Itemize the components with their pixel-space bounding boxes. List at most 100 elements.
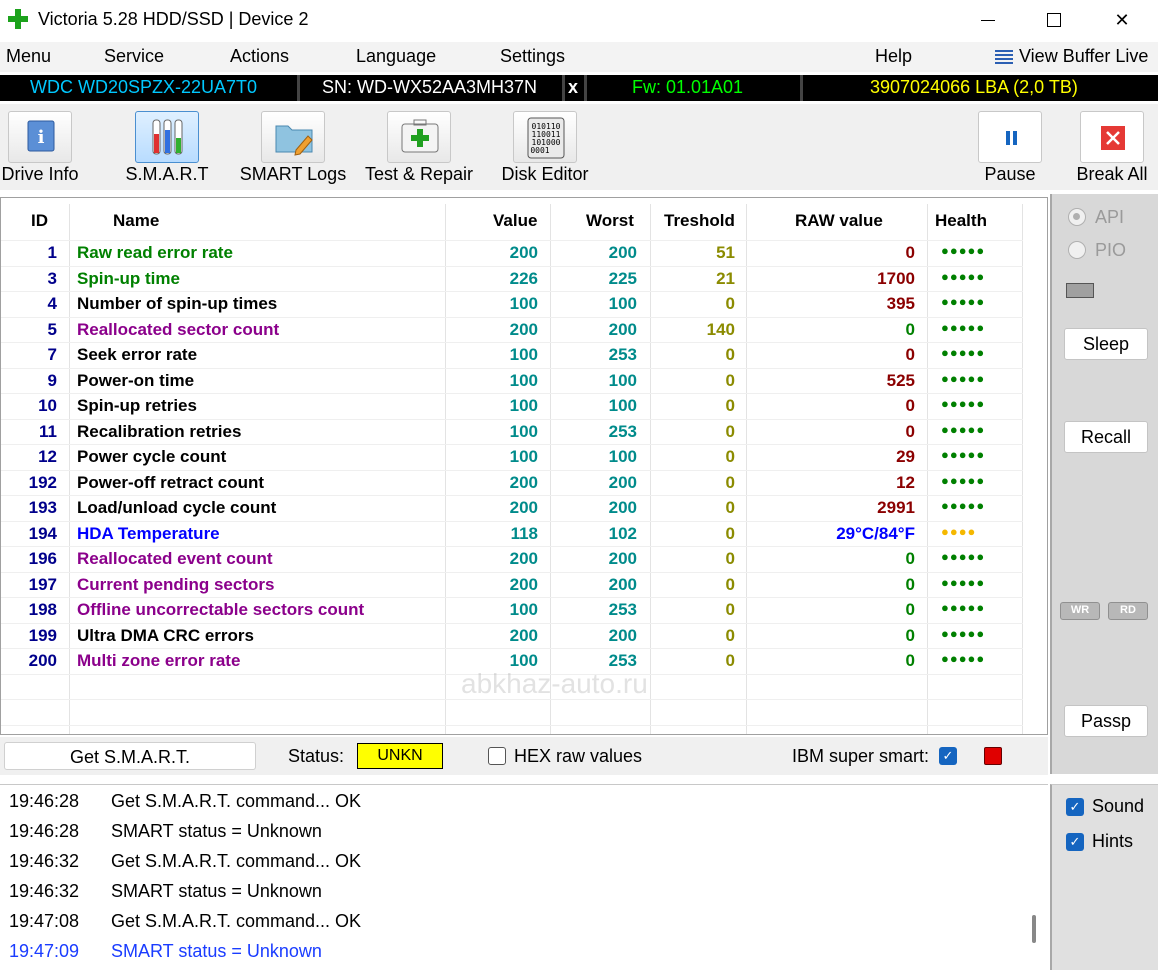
disk-editor-button[interactable]: 010110 110011 101000 0001 Disk Editor [501, 104, 589, 190]
table-header: ID Name Value Worst Treshold RAW value H… [1, 198, 1023, 240]
pause-button[interactable]: Pause [978, 104, 1042, 190]
row-divider [1, 724, 1023, 726]
row-id: 196 [28, 549, 57, 568]
divider [800, 75, 803, 101]
row-health: ●●●●● [941, 294, 986, 309]
header-id[interactable]: ID [31, 211, 48, 231]
row-name: Spin-up time [77, 268, 180, 288]
ibm-super-smart-checkbox[interactable]: ✓ [939, 747, 957, 765]
smart-button[interactable]: S.M.A.R.T [125, 104, 209, 190]
table-row[interactable]: 7 Seek error rate 100 253 0 0 ●●●●● [1, 343, 1023, 369]
smart-logs-button[interactable]: SMART Logs [240, 104, 346, 190]
row-health: ●●●●● [941, 319, 986, 335]
close-button[interactable]: ✕ [1092, 0, 1152, 40]
row-threshold: 0 [725, 574, 735, 594]
header-health[interactable]: Health [935, 211, 987, 231]
row-id: 198 [28, 600, 57, 619]
table-row[interactable]: 3 Spin-up time 226 225 21 1700 ●●●●● [1, 267, 1023, 293]
table-row[interactable]: 193 Load/unload cycle count 200 200 0 2991 ●●●… [1, 496, 1023, 522]
hints-label[interactable]: Hints [1092, 831, 1133, 852]
row-name: Reallocated sector count [77, 319, 280, 339]
pio-radio[interactable] [1068, 241, 1086, 259]
table-row[interactable]: 10 Spin-up retries 100 100 0 0 ●●●●● [1, 394, 1023, 420]
log-message: SMART status = Unknown [111, 821, 322, 841]
test-repair-button[interactable]: Test & Repair [365, 104, 473, 190]
row-id: 194 [28, 523, 57, 543]
row-divider [1, 393, 1023, 394]
device-serial: SN: WD-WX52AA3MH37N [322, 77, 538, 97]
device-close-button[interactable]: x [568, 77, 578, 98]
table-row[interactable]: 12 Power cycle count 100 100 0 29 ●●●●● [1, 445, 1023, 471]
row-threshold: 0 [725, 625, 735, 645]
break-all-button[interactable]: Break All [1076, 104, 1148, 190]
log-message: SMART status = Unknown [111, 941, 322, 961]
sleep-button[interactable]: Sleep [1064, 328, 1148, 360]
minimize-icon [981, 19, 995, 21]
row-health: ●●●●● [941, 651, 986, 666]
table-row[interactable]: 11 Recalibration retries 100 253 0 0 ●●●●● [1, 420, 1023, 446]
smart-table[interactable]: ID Name Value Worst Treshold RAW value H… [0, 197, 1048, 735]
row-health: ●●●●● [941, 574, 986, 590]
row-worst: 225 [608, 268, 637, 288]
row-value: 100 [509, 600, 538, 619]
table-row[interactable]: 9 Power-on time 100 100 0 525 ●●●●● [1, 369, 1023, 395]
row-worst: 100 [608, 447, 637, 466]
header-worst[interactable]: Worst [586, 211, 634, 231]
log-entry: 19:46:32 SMART status = Unknown [9, 881, 322, 902]
table-row[interactable]: 5 Reallocated sector count 200 200 140 0 ●●●●● [1, 318, 1023, 344]
hex-raw-values-checkbox[interactable] [488, 747, 506, 765]
sound-label[interactable]: Sound [1092, 796, 1144, 817]
table-row[interactable]: 198 Offline uncorrectable sectors count 10… [1, 598, 1023, 624]
sound-checkbox[interactable]: ✓ [1066, 798, 1084, 816]
svg-text:0001: 0001 [530, 146, 549, 155]
header-name[interactable]: Name [113, 211, 159, 231]
row-raw-value: 0 [905, 345, 915, 364]
binary-disk-icon: 010110 110011 101000 0001 [513, 111, 577, 163]
recall-button[interactable]: Recall [1064, 421, 1148, 453]
row-value: 100 [509, 294, 538, 313]
hex-raw-values-label[interactable]: HEX raw values [514, 746, 642, 767]
table-row[interactable]: 194 HDA Temperature 118 102 0 29°C/84°F ●●●● [1, 522, 1023, 548]
maximize-button[interactable] [1024, 0, 1084, 40]
header-raw-value[interactable]: RAW value [795, 211, 883, 231]
smart-label: S.M.A.R.T [125, 164, 209, 184]
row-name: Seek error rate [77, 345, 198, 364]
menu-actions[interactable]: Actions [230, 46, 289, 67]
api-radio[interactable] [1068, 208, 1086, 226]
menu-service[interactable]: Service [104, 46, 164, 67]
menu-menu[interactable]: Menu [6, 46, 51, 67]
table-row[interactable]: 199 Ultra DMA CRC errors 200 200 0 0 ●●●●● [1, 624, 1023, 650]
hints-checkbox[interactable]: ✓ [1066, 833, 1084, 851]
log-panel[interactable]: 19:46:28 Get S.M.A.R.T. command... OK 19:4… [0, 784, 1048, 970]
log-scrollbar[interactable] [1032, 915, 1036, 943]
passp-button[interactable]: Passp [1064, 705, 1148, 737]
table-row[interactable]: 196 Reallocated event count 200 200 0 0 ●●●●● [1, 547, 1023, 573]
table-row[interactable]: 1 Raw read error rate 200 200 51 0 ●●●●● [1, 241, 1023, 267]
menu-settings[interactable]: Settings [500, 46, 565, 67]
row-raw-value: 0 [905, 651, 915, 670]
menu-language[interactable]: Language [356, 46, 436, 67]
table-row[interactable]: 192 Power-off retract count 200 200 0 12 ●●●●● [1, 471, 1023, 497]
row-value: 100 [509, 421, 538, 441]
log-entry: 19:46:28 SMART status = Unknown [9, 821, 322, 842]
row-id: 5 [47, 319, 57, 339]
get-smart-button[interactable]: Get S.M.A.R.T. [4, 742, 256, 770]
view-buffer-live-button[interactable]: View Buffer Live [995, 46, 1148, 67]
table-row[interactable]: 4 Number of spin-up times 100 100 0 395 ●●●●● [1, 292, 1023, 318]
row-health: ●●●●● [941, 421, 986, 437]
row-divider [1, 291, 1023, 292]
table-row[interactable]: 197 Current pending sectors 200 200 0 0 ●●●●● [1, 573, 1023, 599]
minimize-button[interactable] [958, 0, 1018, 40]
row-threshold: 0 [725, 447, 735, 466]
menu-help[interactable]: Help [875, 46, 912, 67]
row-worst: 200 [608, 574, 637, 594]
header-value[interactable]: Value [493, 211, 537, 231]
log-message: Get S.M.A.R.T. command... OK [111, 791, 362, 811]
view-buffer-label: View Buffer Live [1019, 46, 1149, 66]
red-indicator[interactable] [984, 747, 1002, 765]
log-time: 19:47:09 [9, 941, 80, 961]
svg-text:i: i [38, 127, 45, 148]
drive-info-button[interactable]: i Drive Info [1, 104, 79, 190]
header-threshold[interactable]: Treshold [664, 211, 735, 231]
wr-indicator: WR [1060, 602, 1100, 620]
